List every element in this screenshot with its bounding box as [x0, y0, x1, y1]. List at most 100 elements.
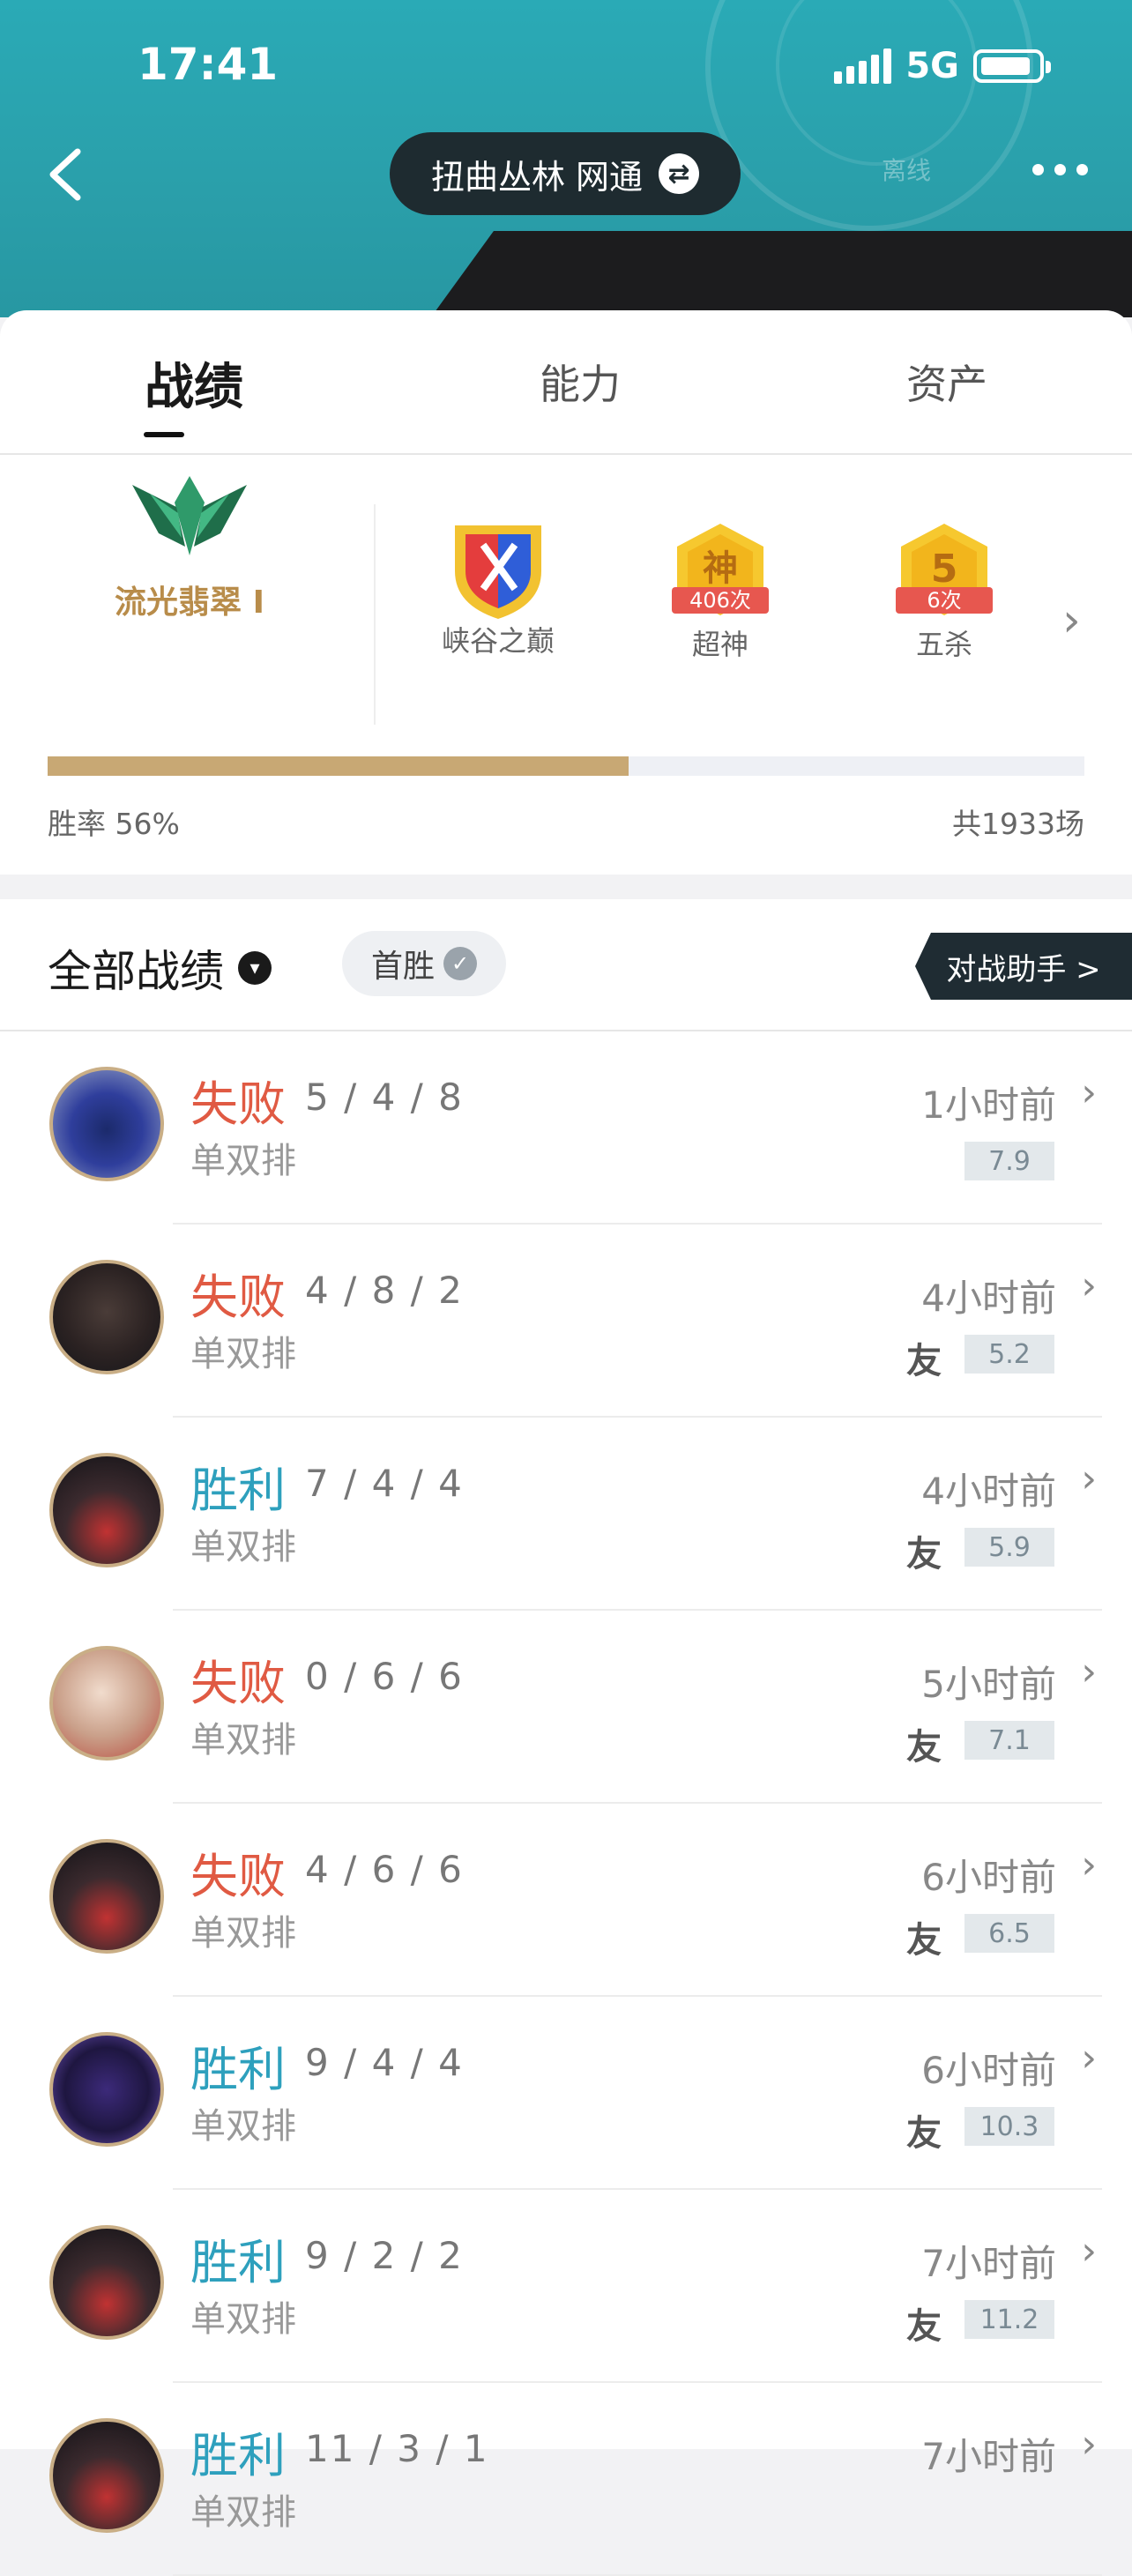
- match-result: 失败: [190, 1076, 286, 1132]
- match-time: 4小时前: [921, 1277, 1056, 1320]
- match-mode: 单双排: [190, 2492, 296, 2533]
- match-result: 胜利: [190, 2428, 286, 2483]
- match-mode: 单双排: [190, 1527, 296, 1567]
- match-result: 失败: [190, 1656, 286, 1711]
- header-banner: 17:41 5G 扭曲丛林 网通 ⇄ 离线: [0, 0, 1132, 317]
- tab-ability[interactable]: 能力: [540, 353, 621, 411]
- tab-record[interactable]: 战绩: [145, 347, 243, 419]
- chevron-right-icon: ›: [1081, 2229, 1097, 2274]
- match-row[interactable]: 失败 4 / 6 / 6 单双排 6小时前 › 友 6.5: [0, 1804, 1132, 1997]
- badge-glyph: 5: [931, 547, 958, 592]
- back-icon[interactable]: [35, 139, 97, 210]
- network-type: 5G: [905, 46, 959, 86]
- match-mode: 单双排: [190, 1913, 296, 1954]
- match-row[interactable]: 失败 0 / 6 / 6 单双排 5小时前 › 友 7.1: [0, 1611, 1132, 1804]
- winrate-label: 胜率 56%: [48, 807, 180, 841]
- match-kda: 7 / 4 / 4: [305, 1462, 464, 1505]
- badge-legendary[interactable]: 神 406次 超神: [645, 522, 795, 663]
- friend-tag: 友: [906, 1534, 942, 1575]
- faint-status: 离线: [882, 156, 932, 185]
- all-records-dropdown[interactable]: 全部战绩 ▾: [48, 936, 272, 1000]
- match-time: 6小时前: [921, 1856, 1056, 1899]
- section-separator: [0, 875, 1132, 899]
- match-row[interactable]: 胜利 9 / 2 / 2 单双排 7小时前 › 友 11.2: [0, 2190, 1132, 2383]
- match-kda: 0 / 6 / 6: [305, 1655, 464, 1698]
- signal-icon: [834, 48, 892, 84]
- match-row[interactable]: 失败 5 / 4 / 8 单双排 1小时前 › 7.9: [0, 1031, 1132, 1225]
- match-row[interactable]: 胜利 9 / 4 / 4 单双排 6小时前 › 友 10.3: [0, 1997, 1132, 2190]
- chevron-right-icon: ›: [1081, 1070, 1097, 1115]
- server-name: 扭曲丛林 网通: [430, 157, 644, 197]
- tab-bar: 战绩 能力 资产: [0, 310, 1132, 455]
- champion-avatar: [49, 1839, 164, 1954]
- champion-avatar: [49, 1453, 164, 1567]
- rank-badge[interactable]: 流光翡翠 I: [97, 467, 282, 622]
- friend-tag: 友: [906, 2113, 942, 2154]
- status-time: 17:41: [138, 39, 279, 90]
- divider: [374, 504, 376, 725]
- main-panel: 战绩 能力 资产 流光翡翠 I 峡谷之巅 神 406次 超神 5 6次 五杀 ›…: [0, 310, 1132, 2576]
- legendary-badge-icon: 神 406次: [668, 522, 772, 617]
- match-time: 1小时前: [921, 1083, 1056, 1127]
- chevron-right-icon[interactable]: ›: [1062, 594, 1081, 647]
- tab-assets[interactable]: 资产: [906, 353, 987, 411]
- match-score: 7.9: [964, 1142, 1054, 1180]
- match-score: 10.3: [964, 2107, 1054, 2146]
- first-win-chip[interactable]: 首胜 ✓: [342, 931, 506, 996]
- filter-bar: 全部战绩 ▾ 首胜 ✓ 对战助手 >: [0, 899, 1132, 1031]
- match-score: 7.1: [964, 1721, 1054, 1760]
- friend-tag: 友: [906, 1341, 942, 1381]
- all-records-label: 全部战绩: [48, 946, 224, 997]
- match-mode: 单双排: [190, 1720, 296, 1761]
- champion-avatar: [49, 2418, 164, 2533]
- match-mode: 单双排: [190, 1334, 296, 1374]
- status-indicators: 5G: [834, 46, 1051, 86]
- rank-label: 流光翡翠 I: [115, 584, 264, 621]
- match-result: 失败: [190, 1269, 286, 1325]
- check-icon: ✓: [443, 947, 477, 980]
- battery-icon: [973, 49, 1051, 83]
- champion-avatar: [49, 1260, 164, 1374]
- chevron-right-icon: ›: [1081, 2422, 1097, 2467]
- chevron-right-icon: ›: [1081, 1263, 1097, 1308]
- chevron-right-icon: ›: [1081, 1843, 1097, 1887]
- badge-caption: 超神: [691, 628, 748, 661]
- friend-tag: 友: [906, 2306, 942, 2347]
- match-row[interactable]: 胜利 11 / 3 / 1 单双排 7小时前 ›: [0, 2383, 1132, 2576]
- match-list: 失败 5 / 4 / 8 单双排 1小时前 › 7.9 失败 4 / 8 / 2 单双排 4小时前…: [0, 1031, 1132, 2576]
- chevron-right-icon: ›: [1081, 1456, 1097, 1501]
- match-kda: 4 / 8 / 2: [305, 1269, 464, 1312]
- champion-avatar: [49, 1646, 164, 1761]
- badge-pentakill[interactable]: 5 6次 五杀: [869, 522, 1019, 663]
- match-score: 11.2: [964, 2300, 1054, 2339]
- badge-glyph: 神: [703, 548, 738, 589]
- total-games-label: 共1933场: [952, 807, 1084, 841]
- more-menu-icon[interactable]: [1032, 164, 1088, 175]
- match-result: 胜利: [190, 2042, 286, 2097]
- friend-tag: 友: [906, 1920, 942, 1961]
- match-result: 胜利: [190, 2235, 286, 2290]
- chevron-right-icon: ›: [1081, 2036, 1097, 2081]
- match-row[interactable]: 失败 4 / 8 / 2 单双排 4小时前 › 友 5.2: [0, 1225, 1132, 1418]
- match-result: 失败: [190, 1849, 286, 1904]
- match-score: 5.2: [964, 1335, 1054, 1374]
- battle-helper-button[interactable]: 对战助手 >: [915, 933, 1132, 1000]
- badge-count: 6次: [927, 588, 961, 613]
- badge-caption: 峡谷之巅: [441, 624, 555, 658]
- match-result: 胜利: [190, 1463, 286, 1518]
- match-kda: 4 / 6 / 6: [305, 1848, 464, 1891]
- badge-peak[interactable]: 峡谷之巅: [423, 518, 573, 659]
- match-time: 7小时前: [921, 2435, 1056, 2478]
- match-time: 4小时前: [921, 1470, 1056, 1513]
- match-row[interactable]: 胜利 7 / 4 / 4 单双排 4小时前 › 友 5.9: [0, 1418, 1132, 1611]
- match-mode: 单双排: [190, 2106, 296, 2147]
- match-kda: 9 / 2 / 2: [305, 2234, 464, 2277]
- server-switch-button[interactable]: 扭曲丛林 网通 ⇄: [390, 132, 741, 215]
- match-time: 7小时前: [921, 2242, 1056, 2285]
- chevron-right-icon: ›: [1081, 1649, 1097, 1694]
- tab-indicator: [144, 432, 184, 437]
- first-win-label: 首胜: [370, 949, 435, 985]
- match-time: 6小时前: [921, 2049, 1056, 2092]
- champion-avatar: [49, 2225, 164, 2340]
- chevron-down-icon: ▾: [238, 951, 272, 985]
